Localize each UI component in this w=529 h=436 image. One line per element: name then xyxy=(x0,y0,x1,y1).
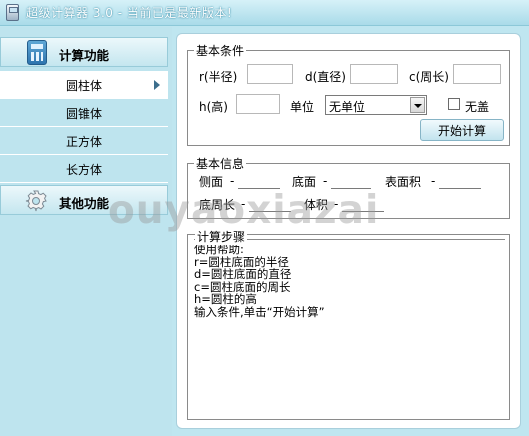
steps-text: 使用帮助: r=圆柱底面的半径 d=圆柱底面的直径 c=圆柱底面的周长 h=圆柱… xyxy=(194,239,505,415)
steps-box[interactable]: 使用帮助: r=圆柱底面的半径 d=圆柱底面的直径 c=圆柱底面的周长 h=圆柱… xyxy=(187,234,510,420)
circumference-input[interactable] xyxy=(453,64,501,84)
surface-area-label: 表面积 xyxy=(385,175,422,189)
sidebar-item-label: 圆柱体 xyxy=(66,79,103,93)
radius-label: r(半径) xyxy=(199,70,238,84)
sidebar: 计算功能 圆柱体 圆锥体 正方体 长方体 其他功能 xyxy=(0,27,172,436)
steps-line: d=圆柱底面的直径 xyxy=(194,267,292,281)
chevron-right-icon xyxy=(154,80,160,90)
sidebar-item-cone[interactable]: 圆锥体 xyxy=(0,99,168,127)
sidebar-item-cube[interactable]: 正方体 xyxy=(0,127,168,155)
section-label: 计算功能 xyxy=(59,48,110,63)
chevron-down-icon[interactable] xyxy=(410,97,425,113)
start-calc-button[interactable]: 开始计算 xyxy=(420,119,504,141)
surface-area-value: - xyxy=(431,173,481,189)
sidebar-item-label: 长方体 xyxy=(66,163,103,177)
section-other-functions[interactable]: 其他功能 xyxy=(0,185,168,215)
unit-label: 单位 xyxy=(290,100,315,114)
base-value: - xyxy=(323,173,371,189)
no-lid-label: 无盖 xyxy=(465,100,490,114)
main-panel: 基本条件 r(半径) d(直径) c(周长) h(高) 单位 无单位 无盖 开始… xyxy=(176,33,521,429)
base-perimeter-label: 底周长 xyxy=(199,198,236,212)
gear-icon xyxy=(25,190,47,212)
radius-input[interactable] xyxy=(247,64,293,84)
sidebar-item-cuboid[interactable]: 长方体 xyxy=(0,155,168,183)
steps-line: h=圆柱的高 xyxy=(194,292,257,306)
group-legend: 基本信息 xyxy=(196,157,245,171)
steps-line: 输入条件,单击“开始计算” xyxy=(194,304,325,319)
base-label: 底面 xyxy=(292,175,317,189)
calculator-app-icon xyxy=(6,4,19,21)
base-perimeter-value: - xyxy=(241,196,291,212)
sidebar-item-cylinder[interactable]: 圆柱体 xyxy=(0,71,168,99)
height-input[interactable] xyxy=(236,94,280,114)
volume-value: - xyxy=(334,196,384,212)
side-value: - xyxy=(230,173,280,189)
diameter-input[interactable] xyxy=(350,64,398,84)
calculator-icon xyxy=(27,40,47,65)
no-lid-checkbox[interactable] xyxy=(448,98,460,110)
title-bar: 超级计算器 3.0 - 当前已是最新版本! xyxy=(0,0,529,26)
section-label: 其他功能 xyxy=(59,196,110,211)
section-calc-functions[interactable]: 计算功能 xyxy=(0,37,168,67)
diameter-label: d(直径) xyxy=(305,70,346,84)
sidebar-item-label: 圆锥体 xyxy=(66,107,103,121)
unit-select-value: 无单位 xyxy=(329,100,366,114)
height-label: h(高) xyxy=(199,100,228,114)
group-legend: 基本条件 xyxy=(196,44,245,58)
window-title: 超级计算器 3.0 - 当前已是最新版本! xyxy=(26,6,233,20)
side-label: 侧面 xyxy=(199,175,224,189)
circumference-label: c(周长) xyxy=(409,70,449,84)
sidebar-item-label: 正方体 xyxy=(66,135,103,149)
volume-label: 体积 xyxy=(304,198,329,212)
unit-select[interactable]: 无单位 xyxy=(325,95,427,115)
steps-legend: 计算步骤 xyxy=(195,228,248,245)
